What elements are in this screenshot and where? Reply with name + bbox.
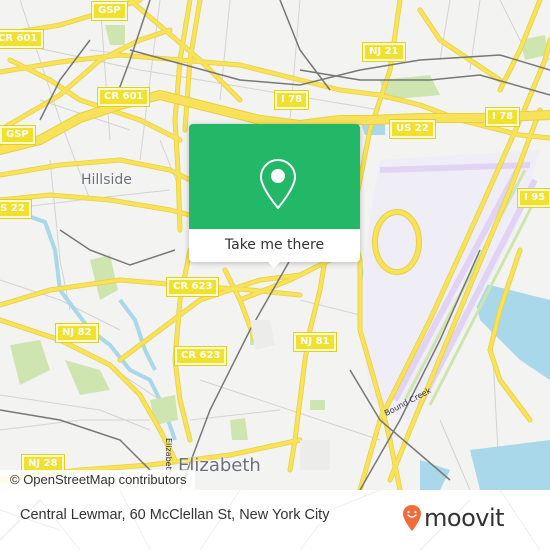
- road-shield-cr623: CR 623: [173, 346, 228, 366]
- road-shield-i78: I 78: [484, 107, 521, 127]
- road-shield-nj82: NJ 82: [55, 323, 99, 343]
- road-shield-cr601: CR 601: [0, 29, 45, 49]
- moovit-wordmark: moovit: [424, 504, 505, 532]
- airport: [360, 150, 542, 420]
- moovit-logo-icon: [403, 505, 421, 531]
- road-shield-nj21: NJ 21: [362, 42, 406, 62]
- take-me-there-button[interactable]: Take me there: [189, 229, 360, 262]
- road-shield-us22: US 22: [389, 119, 436, 139]
- map-attribution[interactable]: © OpenStreetMap contributors: [0, 470, 195, 490]
- map-view[interactable]: GSP CR 601 CR 601 GSP US 22 NJ 21 I 78 U…: [0, 0, 550, 490]
- road-shield-gsp: GSP: [0, 125, 36, 145]
- popup-pointer: [266, 260, 282, 268]
- road-shield-cr601: CR 601: [96, 87, 151, 107]
- popup-header: [189, 124, 360, 229]
- road-shield-cr623: CR 623: [165, 277, 220, 297]
- location-address: Central Lewmar, 60 McClellan St, New Yor…: [20, 507, 330, 523]
- footer-bar: Central Lewmar, 60 McClellan St, New Yor…: [0, 490, 550, 550]
- road-shield-gsp: GSP: [91, 1, 128, 21]
- location-popup: Take me there: [189, 124, 360, 268]
- moovit-logo[interactable]: moovit: [402, 502, 505, 534]
- map-pin-icon: [259, 158, 297, 210]
- road-shield-nj81: NJ 81: [293, 332, 337, 352]
- road-shield-i95: I 95: [516, 188, 550, 208]
- road-shield-i78: I 78: [273, 90, 310, 110]
- place-label-hillside: Hillside: [81, 172, 132, 188]
- road-shield-us22: US 22: [0, 199, 32, 219]
